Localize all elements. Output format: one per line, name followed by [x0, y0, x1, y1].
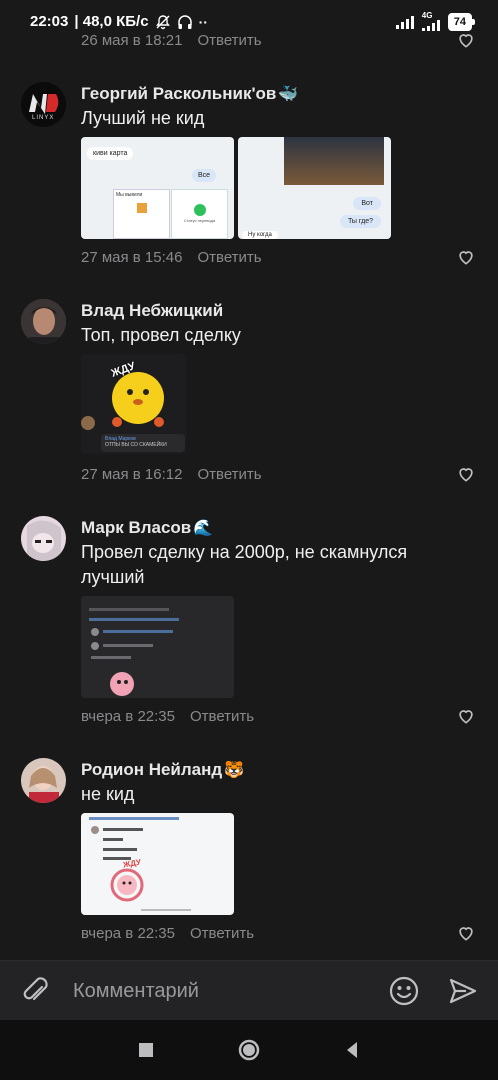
home-icon[interactable] [237, 1038, 261, 1062]
heart-icon[interactable] [456, 247, 476, 267]
comment-date: вчера в 22:35 [81, 924, 175, 942]
avatar[interactable]: LINYX [21, 82, 66, 127]
emoji-icon[interactable] [388, 975, 420, 1007]
back-icon[interactable] [340, 1038, 364, 1062]
reply-button[interactable]: Ответить [197, 249, 261, 266]
author-name[interactable]: Марк Власов 🌊 [81, 518, 213, 538]
chat-bubble: Ну когда [242, 231, 278, 239]
system-navigation-bar [0, 1020, 498, 1080]
sticker-attachment[interactable]: ЖДУ Влад Марков ОТПЫ ВЫ СО СКАМЕЙКИ [81, 354, 186, 454]
avatar-logo-text: LINYX [32, 115, 55, 121]
avatar[interactable] [21, 516, 66, 561]
heart-icon[interactable] [456, 706, 476, 726]
mini-avatar [81, 416, 95, 430]
screenshot-card: Мы вывели [113, 189, 170, 239]
recents-icon[interactable] [134, 1038, 158, 1062]
comment-meta: вчера в 22:35 Ответить [81, 921, 476, 945]
comment-text: не кид [81, 784, 135, 804]
heart-icon[interactable] [456, 30, 476, 50]
network-type: 4G [421, 11, 433, 20]
chat-bubble: киви карта [87, 147, 134, 160]
tiger-emoji: 🐯 [224, 762, 245, 779]
avatar[interactable] [21, 299, 66, 344]
comment-date: вчера в 22:35 [81, 707, 175, 725]
heart-icon[interactable] [456, 464, 476, 484]
comment-meta: 27 мая в 16:12 Ответить [81, 462, 476, 486]
reply-button[interactable]: Ответить [190, 708, 254, 725]
comment-meta: вчера в 22:35 Ответить [81, 704, 476, 728]
comment-text: Лучший не кид [81, 108, 205, 128]
chat-bubble: Все [191, 169, 216, 182]
reply-button[interactable]: Ответить [197, 466, 261, 483]
reply-button[interactable]: Ответить [197, 32, 261, 49]
send-icon[interactable] [448, 976, 478, 1006]
author-name[interactable]: Родион Нейланд 🐯 [81, 760, 244, 780]
chat-bubble: Вот [353, 197, 381, 210]
attach-icon[interactable] [22, 977, 50, 1007]
quoted-message: Влад Марков ОТПЫ ВЫ СО СКАМЕЙКИ [101, 434, 185, 452]
comment-composer: Комментарий [0, 960, 498, 1021]
author-name[interactable]: Георгий Раскольник'ов 🐳 [81, 84, 298, 104]
comment-text: Топ, провел сделку [81, 325, 241, 345]
comment-input[interactable]: Комментарий [73, 980, 199, 1003]
signal-icon [395, 15, 414, 29]
comment-meta-top: 26 мая в 18:21 Ответить [81, 28, 476, 52]
chat-bubble: Ты где? [339, 215, 381, 228]
screenshot-card: Статус перевода [171, 189, 228, 239]
wave-emoji: 🌊 [193, 520, 214, 537]
photo-attachment[interactable]: ЖДУ [81, 813, 234, 915]
heart-icon[interactable] [456, 923, 476, 943]
photo-attachment[interactable] [81, 596, 234, 698]
reply-button[interactable]: Ответить [190, 925, 254, 942]
clock: 22:03 [30, 13, 69, 30]
comment-meta: 27 мая в 15:46 Ответить [81, 245, 476, 269]
photo-attachment[interactable]: киви карта Все Мы вывели Статус перевода [81, 137, 234, 239]
comment-date: 27 мая в 16:12 [81, 465, 183, 483]
avatar[interactable] [21, 758, 66, 803]
comment-date: 27 мая в 15:46 [81, 248, 183, 266]
whale-emoji: 🐳 [278, 86, 299, 103]
author-name[interactable]: Влад Небжицкий [81, 301, 223, 321]
comment-date: 26 мая в 18:21 [81, 31, 183, 49]
comment-text: Провел сделку на 2000р, не скамнулся луч… [81, 542, 408, 587]
photo-attachment[interactable]: Вот Ты где? Ну когда [238, 137, 391, 239]
